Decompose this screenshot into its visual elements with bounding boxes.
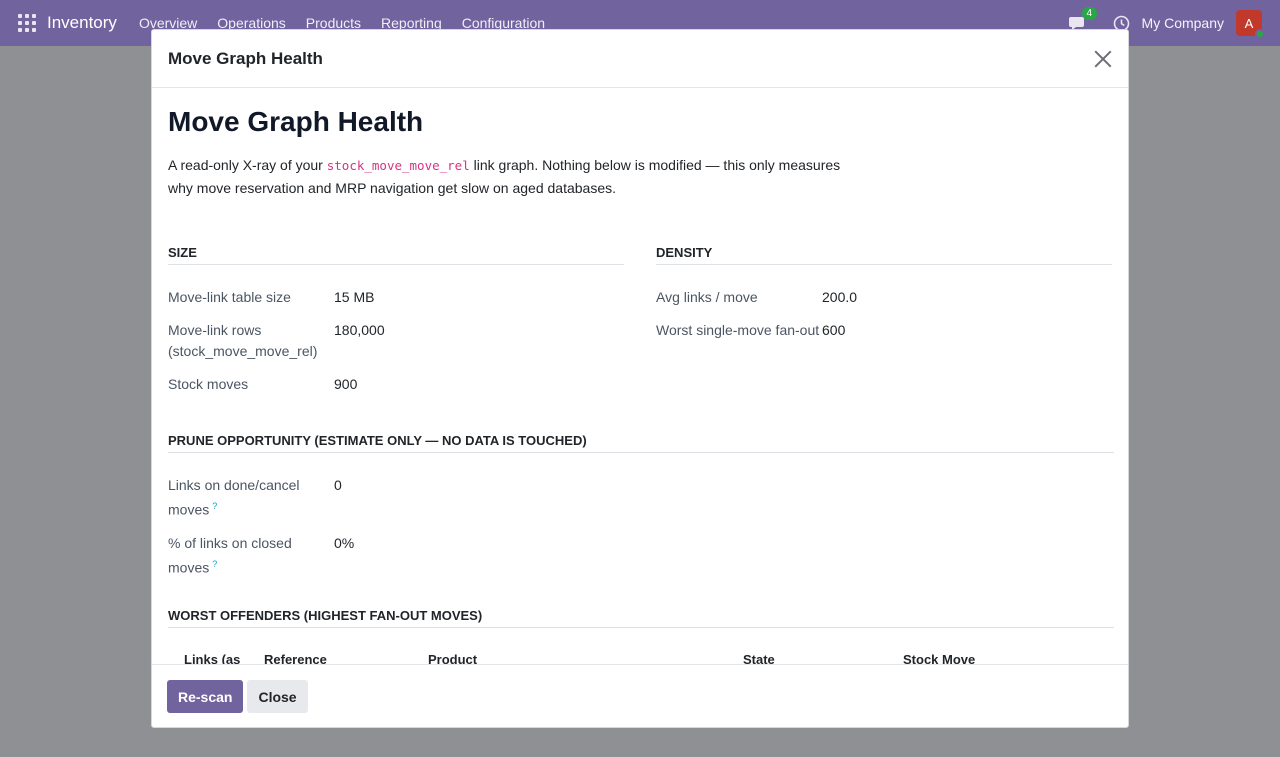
- chat-count-badge: 4: [1081, 7, 1098, 20]
- field-table-size: Move-link table size 15 MB: [168, 287, 624, 308]
- size-section-title: SIZE: [168, 245, 624, 265]
- prune-section: PRUNE OPPORTUNITY (ESTIMATE ONLY — NO DA…: [168, 433, 1114, 579]
- move-graph-health-dialog: Move Graph Health Move Graph Health A re…: [151, 29, 1129, 728]
- column-header-links[interactable]: Links (as: [184, 652, 264, 664]
- density-section-title: DENSITY: [656, 245, 1112, 265]
- dialog-header: Move Graph Health: [152, 30, 1128, 88]
- density-section: DENSITY Avg links / move 200.0 Worst sin…: [656, 245, 1112, 395]
- offenders-section: WORST OFFENDERS (HIGHEST FAN-OUT MOVES) …: [168, 608, 1114, 664]
- field-value: 0: [334, 477, 342, 493]
- avatar-initial: A: [1244, 15, 1254, 31]
- field-link-rows: Move-link rows (stock_move_move_rel) 180…: [168, 320, 624, 362]
- field-stock-moves: Stock moves 900: [168, 374, 624, 395]
- column-header-state[interactable]: State: [743, 652, 903, 664]
- offenders-table-header: Links (as Reference Product State Stock …: [168, 652, 1112, 664]
- dialog-footer: Re-scan Close: [152, 664, 1128, 727]
- user-avatar[interactable]: A: [1236, 10, 1265, 39]
- close-icon[interactable]: [1094, 50, 1112, 68]
- column-header-stock-move[interactable]: Stock Move: [903, 652, 1053, 664]
- help-tooltip-icon[interactable]: ?: [212, 501, 217, 511]
- field-label: Worst single-move fan-out: [656, 322, 820, 338]
- dialog-body: Move Graph Health A read-only X-ray of y…: [152, 88, 1128, 664]
- offenders-section-title: WORST OFFENDERS (HIGHEST FAN-OUT MOVES): [168, 608, 1114, 629]
- field-worst-fanout: Worst single-move fan-out 600: [656, 320, 1112, 341]
- size-section: SIZE Move-link table size 15 MB Move-lin…: [168, 245, 624, 395]
- close-button[interactable]: Close: [247, 680, 308, 713]
- dialog-title: Move Graph Health: [168, 48, 323, 68]
- field-value: 0%: [334, 534, 355, 551]
- app-brand[interactable]: Inventory: [47, 13, 117, 33]
- field-label-text: % of links on closed moves: [168, 534, 292, 576]
- field-label-text: Links on done/cancel moves: [168, 477, 300, 518]
- field-value: 900: [334, 376, 358, 392]
- company-switcher[interactable]: My Company: [1142, 15, 1224, 31]
- intro-text: A read-only X-ray of your stock_move_mov…: [168, 154, 868, 199]
- field-label: Stock moves: [168, 376, 249, 392]
- intro-text-start: A read-only X-ray of your: [168, 157, 327, 173]
- field-label: Move-link table size: [168, 289, 291, 305]
- field-pct-closed: % of links on closed moves? 0%: [168, 533, 1112, 579]
- online-status-dot: [1255, 29, 1265, 39]
- field-label: Links on done/cancel moves?: [168, 475, 334, 521]
- apps-grid-icon[interactable]: [18, 14, 36, 32]
- field-label: % of links on closed moves?: [168, 533, 334, 579]
- field-value: 15 MB: [334, 289, 375, 305]
- field-label: Avg links / move: [656, 289, 758, 305]
- size-density-row: SIZE Move-link table size 15 MB Move-lin…: [168, 245, 1112, 395]
- page-heading: Move Graph Health: [168, 106, 424, 137]
- field-value: 600: [822, 322, 846, 338]
- column-header-reference[interactable]: Reference: [264, 652, 428, 664]
- table-name-code: stock_move_move_rel: [326, 158, 470, 173]
- field-avg-links: Avg links / move 200.0: [656, 287, 1112, 308]
- field-links-closed: Links on done/cancel moves? 0: [168, 475, 1112, 521]
- column-header-product[interactable]: Product: [428, 652, 743, 664]
- field-value: 200.0: [822, 289, 858, 305]
- rescan-button[interactable]: Re-scan: [167, 680, 244, 713]
- field-label: Move-link rows (stock_move_move_rel): [168, 322, 318, 359]
- field-value: 180,000: [334, 322, 385, 338]
- help-tooltip-icon[interactable]: ?: [212, 559, 217, 569]
- prune-section-title: PRUNE OPPORTUNITY (ESTIMATE ONLY — NO DA…: [168, 433, 1114, 453]
